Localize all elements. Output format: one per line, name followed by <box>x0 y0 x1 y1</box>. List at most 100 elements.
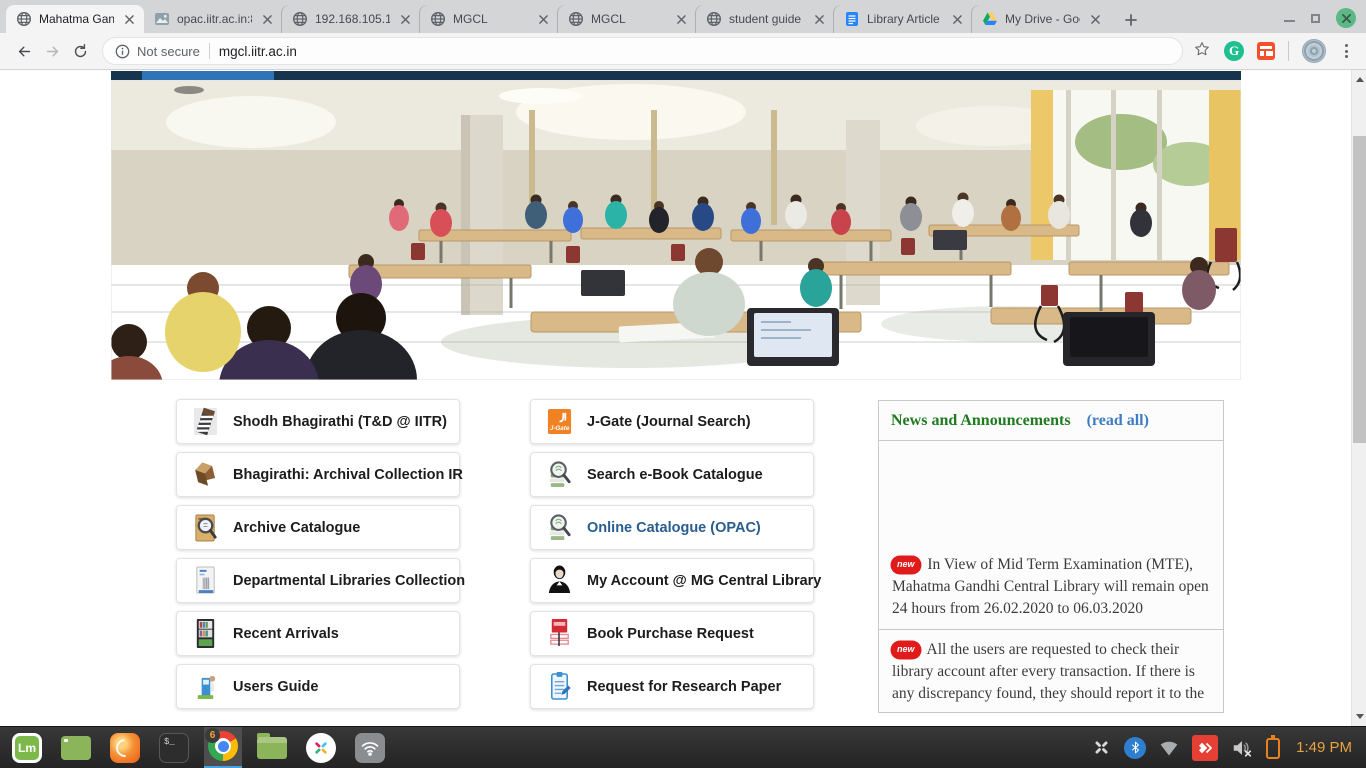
news-title: News and Announcements <box>891 412 1071 430</box>
tab-close-icon[interactable] <box>673 11 689 27</box>
grammarly-extension-icon[interactable]: G <box>1224 41 1244 61</box>
quick-link-label: Users Guide <box>233 679 318 695</box>
close-icon[interactable] <box>1336 8 1356 28</box>
tab-library-article-d[interactable]: Library Article D <box>834 5 972 33</box>
departmental-libraries-collection-button[interactable]: Departmental Libraries Collection <box>176 558 460 603</box>
terminal-launcher[interactable]: $_ <box>155 727 193 768</box>
tab-mgcl[interactable]: MGCL <box>558 5 696 33</box>
shodh-bhagirathi-t-d-iitr-button[interactable]: Shodh Bhagirathi (T&D @ IITR) <box>176 399 460 444</box>
news-read-all-link[interactable]: (read all) <box>1087 412 1149 430</box>
tab-close-icon[interactable] <box>949 11 965 27</box>
tab-mahatma-gand[interactable]: Mahatma Gand <box>6 5 144 33</box>
hero-image <box>111 80 1241 380</box>
scrollbar-thumb[interactable] <box>1353 136 1366 443</box>
tab-title: Mahatma Gand <box>39 12 114 26</box>
page-scrollbar[interactable] <box>1351 70 1366 726</box>
archive-search-icon <box>192 511 219 544</box>
firefox-icon <box>110 733 140 763</box>
taskbar: Lm $_ 6 1:49 PM <box>0 726 1366 768</box>
browser-titlebar: Mahatma Gand opac.iitr.ac.in:8 192.168.105… <box>0 0 1366 33</box>
tab-student-guide[interactable]: student guide <box>696 5 834 33</box>
info-icon[interactable] <box>115 44 130 59</box>
firefox-launcher[interactable] <box>106 727 144 768</box>
chrome-launcher[interactable]: 6 <box>204 727 242 768</box>
globe-icon <box>706 11 722 27</box>
battery-icon[interactable] <box>1266 736 1280 759</box>
book-search-icon <box>546 511 573 544</box>
quick-link-label: Bhagirathi: Archival Collection IR <box>233 467 463 483</box>
tab-close-icon[interactable] <box>397 11 413 27</box>
new-tab-button[interactable] <box>1118 7 1144 33</box>
show-desktop-button[interactable] <box>57 727 95 768</box>
quick-link-label: Recent Arrivals <box>233 626 339 642</box>
tab-strip: Mahatma Gand opac.iitr.ac.in:8 192.168.105… <box>6 5 1144 33</box>
slack-launcher[interactable] <box>302 727 340 768</box>
anydesk-icon[interactable] <box>1192 735 1218 761</box>
quick-link-label: Book Purchase Request <box>587 626 754 642</box>
url-text: mgcl.iitr.ac.in <box>219 44 297 59</box>
tab-close-icon[interactable] <box>535 11 551 27</box>
back-button[interactable] <box>10 37 38 65</box>
search-e-book-catalogue-button[interactable]: Search e-Book Catalogue <box>530 452 814 497</box>
tab-title: MGCL <box>453 12 528 26</box>
terminal-icon: $_ <box>159 733 189 763</box>
forward-button[interactable] <box>38 37 66 65</box>
wifi-icon <box>355 733 385 763</box>
maximize-icon[interactable] <box>1311 14 1320 23</box>
quick-links-left-column: Shodh Bhagirathi (T&D @ IITR) Bhagirathi:… <box>176 399 460 717</box>
quick-link-label: Archive Catalogue <box>233 520 360 536</box>
tab-mgcl[interactable]: MGCL <box>420 5 558 33</box>
new-badge: new <box>892 557 920 573</box>
bluetooth-icon[interactable] <box>1124 737 1146 759</box>
files-launcher[interactable] <box>253 727 291 768</box>
tab-close-icon[interactable] <box>259 11 275 27</box>
tab-my-drive-goo[interactable]: My Drive - Goo <box>972 5 1110 33</box>
tab-title: 192.168.105.14 <box>315 12 390 26</box>
security-label: Not secure <box>137 44 200 59</box>
folder-icon <box>257 737 287 759</box>
minimize-icon[interactable] <box>1284 20 1295 22</box>
book-search-icon <box>546 458 573 491</box>
image-icon <box>154 11 170 27</box>
address-bar[interactable]: Not secure mgcl.iitr.ac.in <box>102 37 1183 65</box>
quick-link-label: Online Catalogue (OPAC) <box>587 520 761 536</box>
tab-close-icon[interactable] <box>811 11 827 27</box>
news-header: News and Announcements (read all) <box>879 401 1223 441</box>
globe-icon <box>568 11 584 27</box>
tab-title: opac.iitr.ac.in:8 <box>177 12 252 26</box>
request-for-research-paper-button[interactable]: Request for Research Paper <box>530 664 814 709</box>
toolbar-separator <box>1288 41 1289 61</box>
scrollbar-up-icon[interactable] <box>1352 72 1366 87</box>
book-purchase-icon <box>546 617 573 650</box>
book-purchase-request-button[interactable]: Book Purchase Request <box>530 611 814 656</box>
toolbar-actions: G <box>1193 39 1356 63</box>
news-items: new In View of Mid Term Examination (MTE… <box>879 441 1223 713</box>
users-guide-button[interactable]: Users Guide <box>176 664 460 709</box>
recent-arrivals-button[interactable]: Recent Arrivals <box>176 611 460 656</box>
gdrive-icon <box>982 11 998 27</box>
extension-icon[interactable] <box>1257 42 1275 60</box>
wifi-signal-icon[interactable] <box>1159 738 1179 758</box>
j-gate-journal-search-button[interactable]: J-Gate (Journal Search) <box>530 399 814 444</box>
volume-muted-icon[interactable] <box>1231 737 1253 759</box>
online-catalogue-opac-button[interactable]: Online Catalogue (OPAC) <box>530 505 814 550</box>
profile-avatar[interactable] <box>1302 39 1326 63</box>
slack-tray-icon[interactable] <box>1092 738 1111 757</box>
my-account-mg-central-library-button[interactable]: My Account @ MG Central Library <box>530 558 814 603</box>
bookmark-star-icon[interactable] <box>1193 40 1211 63</box>
tab-close-icon[interactable] <box>1087 11 1103 27</box>
quick-link-label: J-Gate (Journal Search) <box>587 414 751 430</box>
mint-menu-button[interactable]: Lm <box>8 727 46 768</box>
site-navbar-active-item[interactable] <box>142 71 274 80</box>
reload-button[interactable] <box>66 37 94 65</box>
tab-opac-iitr-ac-in-8[interactable]: opac.iitr.ac.in:8 <box>144 5 282 33</box>
taskbar-clock[interactable]: 1:49 PM <box>1296 739 1352 756</box>
scrollbar-down-icon[interactable] <box>1352 709 1366 724</box>
tab-192-168-105-14[interactable]: 192.168.105.14 <box>282 5 420 33</box>
browser-menu-icon[interactable] <box>1339 40 1354 62</box>
archive-catalogue-button[interactable]: Archive Catalogue <box>176 505 460 550</box>
news-item: new In View of Mid Term Examination (MTE… <box>879 441 1223 630</box>
network-tool-launcher[interactable] <box>351 727 389 768</box>
tab-close-icon[interactable] <box>121 11 137 27</box>
bhagirathi-archival-collection-ir-button[interactable]: Bhagirathi: Archival Collection IR <box>176 452 460 497</box>
